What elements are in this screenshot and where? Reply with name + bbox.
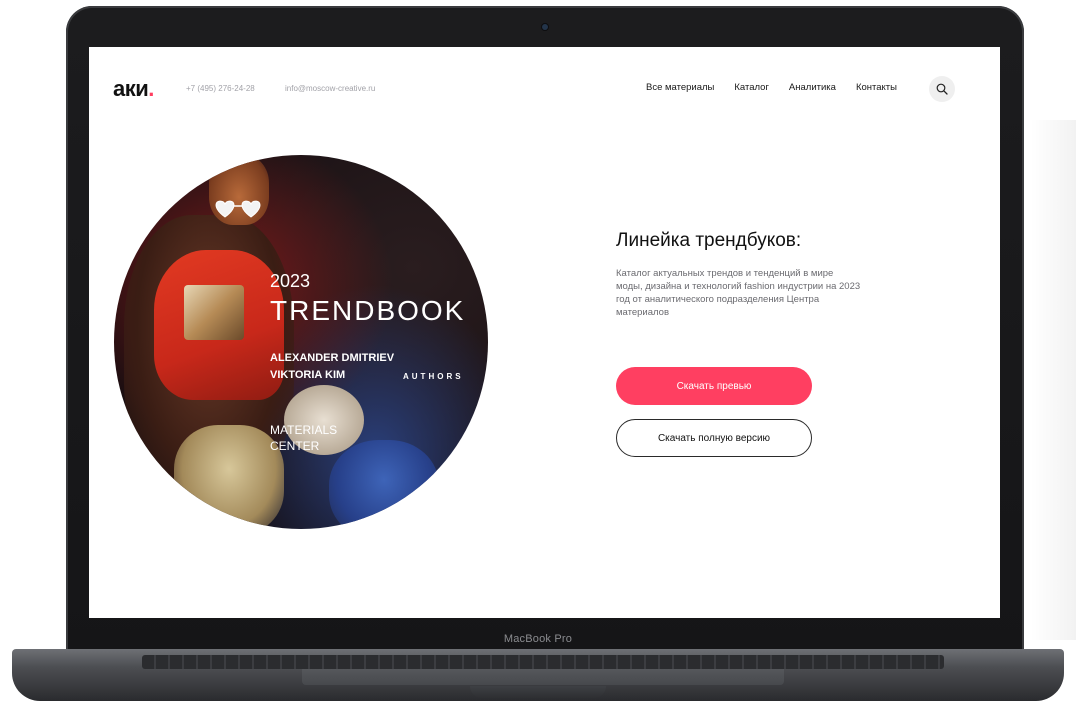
download-full-version-button[interactable]: Скачать полную версию [616, 419, 812, 457]
cover-author-1: ALEXANDER DMITRIEV [270, 352, 395, 364]
heart-glasses-icon [215, 200, 261, 218]
shadow [1030, 120, 1076, 640]
site-logo[interactable]: аки. [113, 76, 154, 102]
nav-item-all-materials[interactable]: Все материалы [646, 82, 714, 93]
header-phone[interactable]: +7 (495) 276-24-28 [186, 84, 255, 93]
search-button[interactable] [929, 76, 955, 102]
trendbook-cover-image: 2023 TRENDBOOK ALEXANDER DMITRIEV VIKTOR… [114, 155, 488, 529]
logo-dot: . [148, 76, 154, 101]
page-description: Каталог актуальных трендов и тенденций в… [616, 268, 861, 318]
header-email[interactable]: info@moscow-creative.ru [285, 84, 375, 93]
cover-year: 2023 [270, 271, 311, 291]
download-preview-button[interactable]: Скачать превью [616, 367, 812, 405]
lid-notch [470, 686, 606, 698]
cover-skirt [174, 425, 284, 529]
cover-author-2: VIKTORIA KIM [270, 369, 346, 381]
webcam [542, 24, 548, 30]
nav-item-catalog[interactable]: Каталог [734, 82, 769, 93]
website-screen: аки. +7 (495) 276-24-28 info@moscow-crea… [89, 47, 1000, 618]
device-label: MacBook Pro [503, 633, 573, 645]
trackpad [302, 669, 784, 685]
cover-org-line-1: MATERIALS [270, 423, 338, 437]
nav-item-contacts[interactable]: Контакты [856, 82, 897, 93]
logo-text: аки [113, 76, 149, 101]
cover-title: TRENDBOOK [270, 295, 466, 326]
page-heading: Линейка трендбуков: [616, 230, 802, 251]
cover-sweater-print [184, 285, 244, 340]
nav-item-analytics[interactable]: Аналитика [789, 82, 836, 93]
cover-blue-dress [329, 440, 439, 529]
keyboard [142, 655, 944, 669]
search-icon [936, 83, 948, 95]
main-nav: Все материалы Каталог Аналитика Контакты [646, 82, 897, 93]
cover-authors-label: AUTHORS [403, 372, 464, 381]
cover-org-line-2: CENTER [270, 439, 320, 453]
